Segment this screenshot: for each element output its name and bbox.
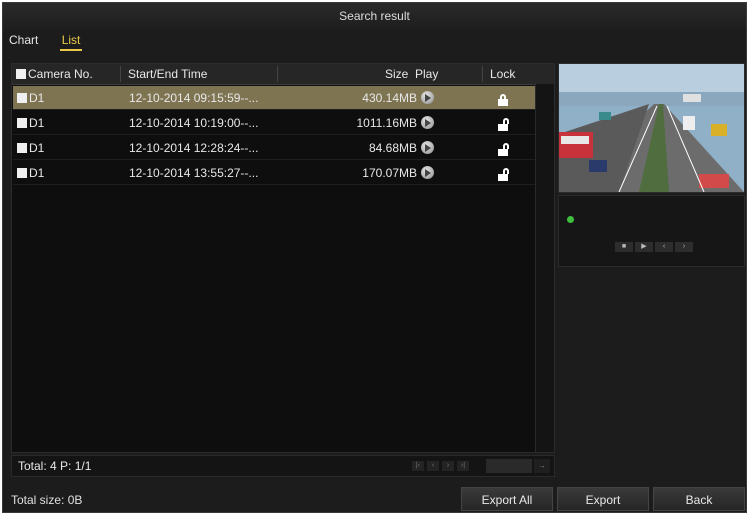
lock-icon[interactable] — [497, 94, 509, 106]
step-forward-icon[interactable]: › — [675, 242, 693, 252]
table-row[interactable]: D1 12-10-2014 09:15:59--... 430.14MB — [13, 86, 535, 110]
next-page-icon[interactable]: › — [442, 461, 454, 471]
row-size: 84.68MB — [368, 141, 417, 155]
row-size: 1011.16MB — [356, 116, 418, 130]
page-number-input[interactable] — [486, 459, 532, 473]
total-size-label: Total size: 0B — [11, 493, 83, 507]
row-size: 430.14MB — [362, 91, 417, 105]
play-icon[interactable] — [421, 91, 434, 104]
back-button[interactable]: Back — [653, 487, 745, 511]
view-tabs: Chart List — [7, 33, 98, 53]
go-page-icon[interactable]: → — [534, 459, 550, 473]
column-divider — [482, 66, 483, 82]
export-button[interactable]: Export — [557, 487, 649, 511]
row-checkbox[interactable] — [17, 118, 27, 128]
window-title: Search result — [3, 3, 746, 29]
play-icon[interactable] — [421, 166, 434, 179]
unlock-icon[interactable] — [497, 118, 509, 131]
row-time: 12-10-2014 12:28:24--... — [129, 141, 259, 155]
playback-controls: ■ ▶ ‹ › — [558, 195, 745, 267]
table-row[interactable]: D1 12-10-2014 10:19:00--... 1011.16MB — [13, 111, 535, 135]
column-divider — [120, 66, 121, 82]
first-page-icon[interactable]: |‹ — [412, 461, 424, 471]
row-size: 170.07MB — [362, 166, 417, 180]
play-icon[interactable]: ▶ — [635, 242, 653, 252]
lock-column-header: Lock — [490, 67, 516, 81]
camera-header-label: Camera No. — [28, 67, 93, 81]
select-all-checkbox[interactable] — [16, 69, 26, 79]
row-checkbox[interactable] — [17, 93, 27, 103]
prev-page-icon[interactable]: ‹ — [427, 461, 439, 471]
highway-preview-image — [559, 64, 744, 192]
table-row[interactable]: D1 12-10-2014 13:55:27--... 170.07MB — [13, 161, 535, 185]
time-column-header: Start/End Time — [128, 67, 208, 81]
list-footer: Total: 4 P: 1/1 |‹ ‹ › ›| → — [11, 455, 555, 477]
tab-chart[interactable]: Chart — [7, 33, 40, 47]
table-header: Camera No. Start/End Time Size Play Lock — [12, 64, 554, 85]
column-divider — [277, 66, 278, 82]
row-checkbox[interactable] — [17, 143, 27, 153]
pagination-info: Total: 4 P: 1/1 — [18, 459, 92, 473]
size-column-header: Size — [385, 67, 409, 81]
search-result-window: Search result Chart List Camera No. Star… — [2, 2, 747, 513]
row-camera: D1 — [29, 166, 45, 180]
row-time: 12-10-2014 13:55:27--... — [129, 166, 259, 180]
step-back-icon[interactable]: ‹ — [655, 242, 673, 252]
unlock-icon[interactable] — [497, 143, 509, 156]
row-time: 12-10-2014 09:15:59--... — [129, 91, 259, 105]
play-icon[interactable] — [421, 141, 434, 154]
video-preview — [558, 63, 745, 193]
row-time: 12-10-2014 10:19:00--... — [129, 116, 259, 130]
camera-column-header[interactable]: Camera No. — [16, 64, 93, 84]
row-camera: D1 — [29, 116, 45, 130]
play-column-header: Play — [415, 67, 439, 81]
stop-icon[interactable]: ■ — [615, 242, 633, 252]
row-checkbox[interactable] — [17, 168, 27, 178]
file-list-panel: Camera No. Start/End Time Size Play Lock… — [11, 63, 555, 453]
play-icon[interactable] — [421, 116, 434, 129]
list-scrollbar[interactable] — [535, 84, 554, 452]
row-camera: D1 — [29, 91, 45, 105]
export-all-button[interactable]: Export All — [461, 487, 553, 511]
row-camera: D1 — [29, 141, 45, 155]
status-indicator-icon — [567, 216, 574, 223]
last-page-icon[interactable]: ›| — [457, 461, 469, 471]
unlock-icon[interactable] — [497, 168, 509, 181]
tab-list[interactable]: List — [59, 33, 83, 51]
table-row[interactable]: D1 12-10-2014 12:28:24--... 84.68MB — [13, 136, 535, 160]
